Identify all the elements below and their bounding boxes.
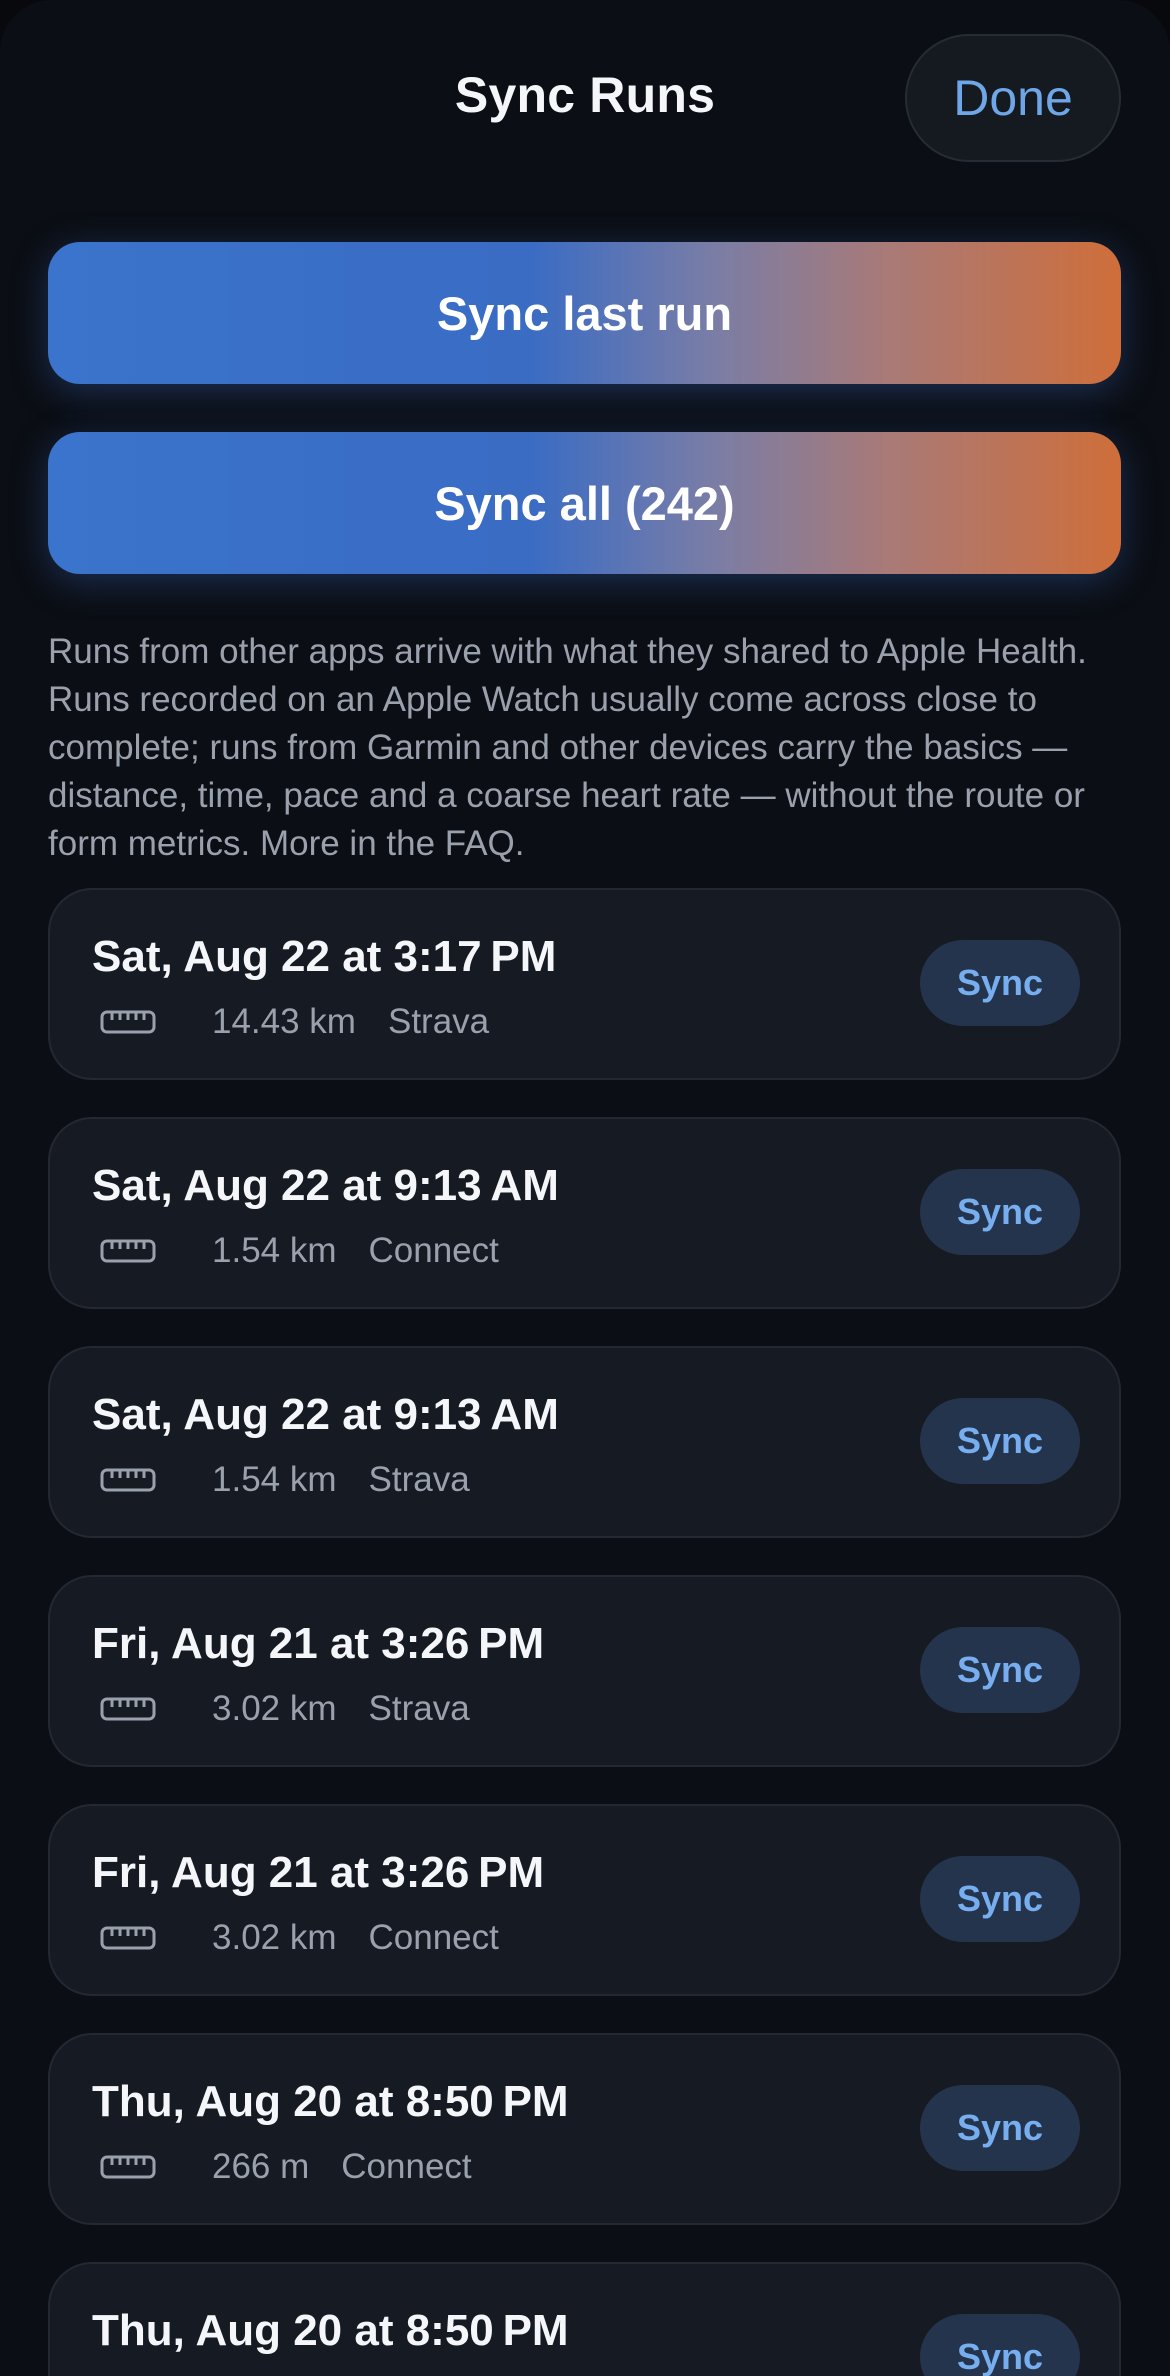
ruler-icon <box>100 1010 156 1034</box>
ruler-icon <box>100 1926 156 1950</box>
run-list: Sat, Aug 22 at 3:17 PM 14.43 km Strava S… <box>48 888 1121 2376</box>
ruler-icon <box>100 1239 156 1263</box>
sync-run-button[interactable]: Sync <box>920 2085 1080 2171</box>
run-distance: 3.02 km <box>212 1918 337 1957</box>
run-card: Thu, Aug 20 at 8:50 PM Sync <box>48 2262 1121 2376</box>
run-date: Thu, Aug 20 at 8:50 PM <box>92 2077 569 2126</box>
sync-run-button[interactable]: Sync <box>920 1856 1080 1942</box>
run-card: Fri, Aug 21 at 3:26 PM 3.02 km Strava Sy… <box>48 1575 1121 1767</box>
run-meta: 14.43 km Strava <box>100 1000 489 1044</box>
run-distance: 14.43 km <box>212 1002 356 1041</box>
ruler-icon <box>100 2155 156 2179</box>
run-card: Sat, Aug 22 at 9:13 AM 1.54 km Connect S… <box>48 1117 1121 1309</box>
sync-all-button[interactable]: Sync all (242) <box>48 432 1121 574</box>
run-date: Fri, Aug 21 at 3:26 PM <box>92 1619 545 1668</box>
run-source: Connect <box>368 1918 499 1957</box>
done-button[interactable]: Done <box>905 34 1121 162</box>
run-date: Fri, Aug 21 at 3:26 PM <box>92 1848 545 1897</box>
run-meta: 1.54 km Strava <box>100 1458 470 1502</box>
run-date: Sat, Aug 22 at 3:17 PM <box>92 932 557 981</box>
sync-run-button[interactable]: Sync <box>920 940 1080 1026</box>
run-source: Connect <box>341 2147 472 2186</box>
run-source: Strava <box>368 1460 470 1499</box>
run-distance: 3.02 km <box>212 1689 337 1728</box>
sync-runs-sheet: Sync Runs Done Sync last run Sync all (2… <box>0 0 1170 2376</box>
run-meta: 3.02 km Connect <box>100 1916 499 1960</box>
sync-run-button[interactable]: Sync <box>920 1169 1080 1255</box>
run-distance: 1.54 km <box>212 1460 337 1499</box>
sync-last-run-button[interactable]: Sync last run <box>48 242 1121 384</box>
run-meta: 1.54 km Connect <box>100 1229 499 1273</box>
run-date: Thu, Aug 20 at 8:50 PM <box>92 2306 569 2355</box>
sync-run-button[interactable]: Sync <box>920 1627 1080 1713</box>
run-card: Thu, Aug 20 at 8:50 PM 266 m Connect Syn… <box>48 2033 1121 2225</box>
sync-run-button[interactable]: Sync <box>920 1398 1080 1484</box>
run-date: Sat, Aug 22 at 9:13 AM <box>92 1390 559 1439</box>
sync-run-button[interactable]: Sync <box>920 2314 1080 2376</box>
run-source: Connect <box>368 1231 499 1270</box>
run-distance: 266 m <box>212 2147 310 2186</box>
run-card: Sat, Aug 22 at 9:13 AM 1.54 km Strava Sy… <box>48 1346 1121 1538</box>
run-source: Strava <box>387 1002 490 1041</box>
run-source: Strava <box>368 1689 470 1728</box>
run-card: Fri, Aug 21 at 3:26 PM 3.02 km Connect S… <box>48 1804 1121 1996</box>
ruler-icon <box>100 1468 156 1492</box>
run-meta: 3.02 km Strava <box>100 1687 470 1731</box>
run-date: Sat, Aug 22 at 9:13 AM <box>92 1161 559 1210</box>
info-text: Runs from other apps arrive with what th… <box>48 632 1087 863</box>
run-meta: 266 m Connect <box>100 2145 472 2189</box>
run-card: Sat, Aug 22 at 3:17 PM 14.43 km Strava S… <box>48 888 1121 1080</box>
ruler-icon <box>100 1697 156 1721</box>
run-distance: 1.54 km <box>212 1231 337 1270</box>
